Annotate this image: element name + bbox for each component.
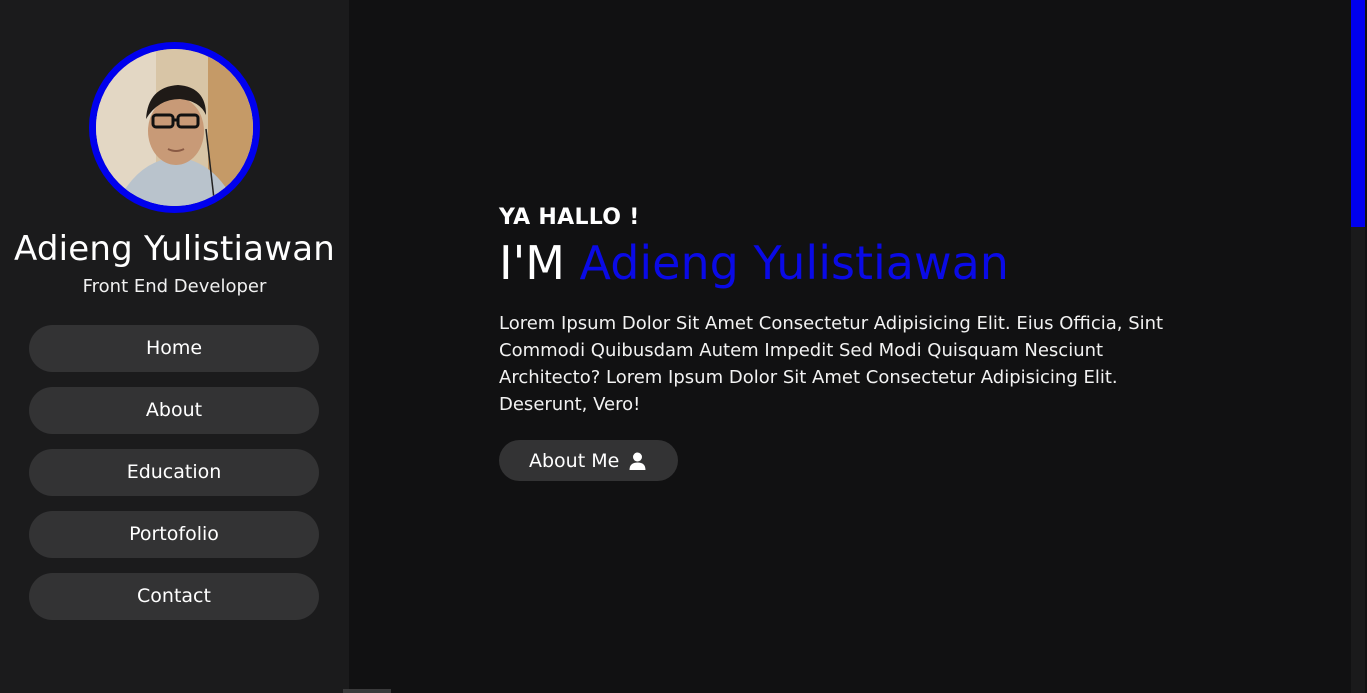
scrollbar[interactable]	[1351, 0, 1365, 693]
hero-title-name: Adieng Yulistiawan	[579, 236, 1009, 290]
hero-greeting: YA HALLO !	[499, 205, 640, 230]
nav-item-portofolio[interactable]: Portofolio	[29, 511, 319, 558]
portfolio-page: Adieng Yulistiawan Front End Developer H…	[0, 0, 1367, 693]
nav-item-about[interactable]: About	[29, 387, 319, 434]
sidebar-nav: Home About Education Portofolio Contact	[29, 325, 319, 635]
nav-item-education[interactable]: Education	[29, 449, 319, 496]
about-me-button-label: About Me	[529, 449, 620, 472]
avatar-photo	[96, 49, 253, 206]
nav-item-contact[interactable]: Contact	[29, 573, 319, 620]
profile-role: Front End Developer	[82, 276, 267, 297]
hero-description: Lorem Ipsum Dolor Sit Amet Consectetur A…	[499, 313, 1164, 415]
user-icon	[629, 452, 646, 470]
sidebar: Adieng Yulistiawan Front End Developer H…	[0, 0, 349, 693]
hero-section: YA HALLO ! I'M Adieng Yulistiawan Lorem …	[499, 205, 1199, 481]
hero-title: I'M Adieng Yulistiawan	[499, 236, 1199, 290]
hero-title-prefix: I'M	[499, 236, 565, 290]
profile-name: Adieng Yulistiawan	[14, 229, 335, 269]
horizontal-scroll-indicator	[343, 689, 391, 693]
about-me-button[interactable]: About Me	[499, 440, 679, 481]
avatar-ring	[89, 42, 260, 213]
scrollbar-thumb[interactable]	[1351, 0, 1365, 227]
nav-item-home[interactable]: Home	[29, 325, 319, 372]
avatar	[96, 49, 253, 206]
